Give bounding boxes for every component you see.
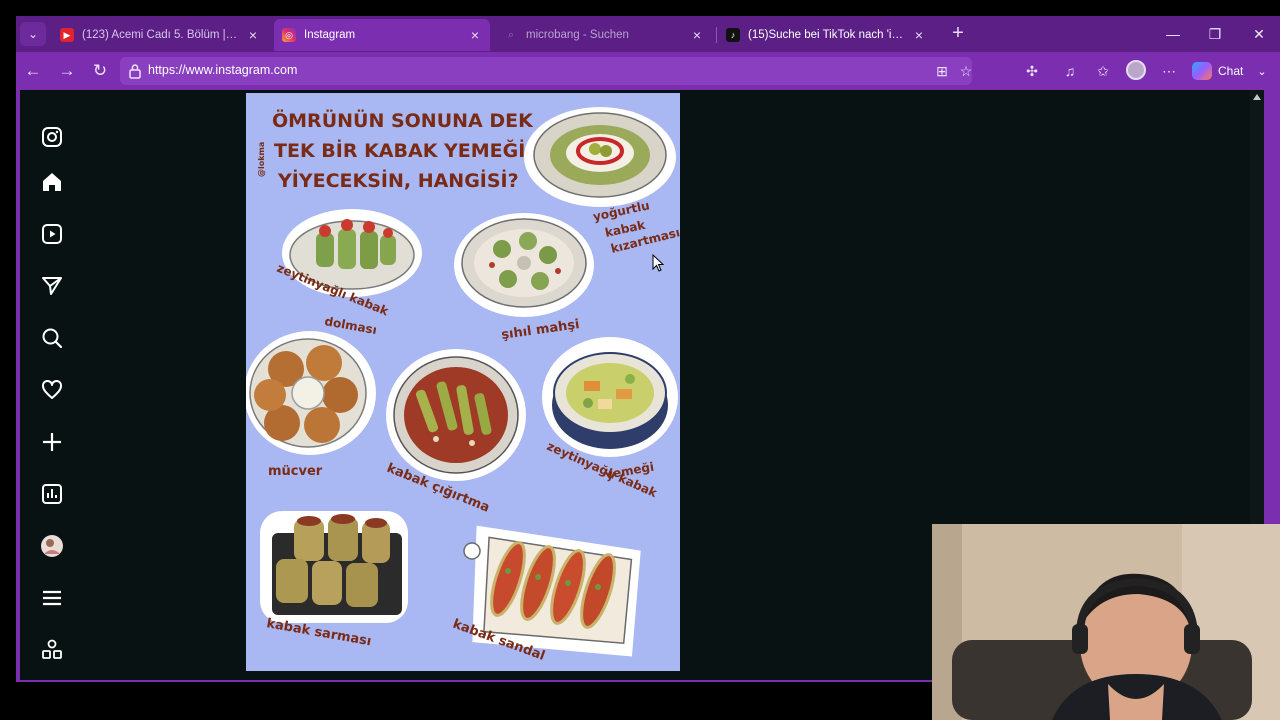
post-illustration: ÖMRÜNÜN SONUNA DEK TEK BİR KABAK YEMEĞİ … (246, 107, 680, 664)
browser-toolbar: ← → ↻ https://www.instagram.com ⊞ ☆ ✣ ♫ … (16, 52, 1280, 90)
profile-avatar[interactable] (1126, 60, 1146, 80)
copilot-chat-button[interactable]: Chat ⌄ (1192, 59, 1267, 83)
tab-youtube[interactable]: ▶ (123) Acemi Cadı 5. Bölüm | Full Bö × (52, 19, 268, 51)
instagram-sidebar (20, 90, 90, 680)
tab-instagram[interactable]: ◎ Instagram × (274, 19, 490, 51)
tab-tiktok[interactable]: ♪ (15)Suche bei TikTok nach 'idol ho × (718, 19, 934, 51)
home-icon[interactable] (40, 170, 64, 194)
instagram-icon: ◎ (282, 28, 296, 42)
more-options-icon[interactable]: ⋯ (1159, 61, 1179, 81)
mouse-cursor-icon (652, 254, 664, 272)
tab-actions-menu-button[interactable]: ⌄ (20, 22, 46, 46)
dish-plate-sarma (260, 511, 408, 623)
tab-close-icon[interactable]: × (468, 27, 482, 43)
minimize-button[interactable]: — (1158, 22, 1188, 46)
tab-title: microbang - Suchen (526, 29, 629, 41)
dish-label: şıhıl mahşi (500, 317, 580, 343)
address-bar[interactable]: https://www.instagram.com ⊞ ☆ (120, 57, 972, 85)
media-icon[interactable]: ♫ (1060, 61, 1080, 81)
create-icon[interactable] (40, 430, 64, 454)
instagram-logo-icon[interactable] (40, 125, 64, 149)
youtube-icon: ▶ (60, 28, 74, 42)
dish-plate-mucver (246, 331, 376, 455)
favorites-icon[interactable]: ✩ (1093, 61, 1113, 81)
dish-plate-yogurt (524, 107, 676, 207)
tab-close-icon[interactable]: × (690, 27, 704, 43)
tab-bar: ⌄ ▶ (123) Acemi Cadı 5. Bölüm | Full Bö … (16, 16, 1280, 52)
dish-plate-cigirtma (386, 349, 526, 481)
also-from-meta-icon[interactable] (40, 638, 64, 662)
post-handle: @lokma (257, 142, 266, 177)
screen: ⌄ ▶ (123) Acemi Cadı 5. Bölüm | Full Bö … (0, 0, 1280, 720)
webcam-overlay (932, 524, 1280, 720)
tiktok-icon: ♪ (726, 28, 740, 42)
refresh-button[interactable]: ↻ (87, 59, 113, 83)
search-icon[interactable] (40, 326, 64, 350)
copilot-icon (1192, 62, 1212, 80)
app-available-icon[interactable]: ⊞ (932, 61, 952, 81)
close-window-button[interactable]: ✕ (1244, 22, 1274, 46)
reels-icon[interactable] (40, 222, 64, 246)
chat-label: Chat (1218, 64, 1244, 78)
lock-icon[interactable] (128, 63, 142, 79)
tab-separator (716, 27, 717, 43)
dish-label: mücver (268, 464, 323, 479)
post-title-line-2: TEK BİR KABAK YEMEĞİ (274, 138, 525, 162)
back-button[interactable]: ← (20, 59, 46, 83)
tab-title: (15)Suche bei TikTok nach 'idol ho (748, 29, 904, 41)
dashboard-icon[interactable] (40, 482, 64, 506)
scroll-up-arrow-icon[interactable] (1253, 94, 1261, 100)
restore-button[interactable]: ❐ (1200, 22, 1230, 46)
new-tab-button[interactable]: + (946, 22, 970, 46)
webcam-feed (932, 524, 1280, 720)
chevron-down-icon[interactable]: ⌄ (1257, 65, 1266, 78)
dish-bowl-yemegi (542, 337, 678, 457)
dish-plate-sihil-mahsi (454, 213, 594, 317)
tab-title: Instagram (304, 29, 356, 41)
post-title-line-1: ÖMRÜNÜN SONUNA DEK (272, 108, 534, 132)
profile-avatar[interactable] (40, 534, 64, 558)
tab-bing-search[interactable]: ⌕ microbang - Suchen × (496, 19, 712, 51)
tab-close-icon[interactable]: × (246, 27, 260, 43)
tab-close-icon[interactable]: × (912, 27, 926, 43)
url-text: https://www.instagram.com (148, 63, 298, 77)
post-image[interactable]: ÖMRÜNÜN SONUNA DEK TEK BİR KABAK YEMEĞİ … (246, 93, 680, 671)
menu-icon[interactable] (40, 586, 64, 610)
favorite-star-icon[interactable]: ☆ (956, 61, 976, 81)
post-title-line-3: YİYECEKSİN, HANGİSİ? (277, 168, 519, 192)
extensions-icon[interactable]: ✣ (1022, 61, 1042, 81)
notifications-icon[interactable] (40, 378, 64, 402)
tab-title: (123) Acemi Cadı 5. Bölüm | Full Bö (82, 29, 238, 41)
dish-label: dolması (323, 314, 377, 337)
search-icon: ⌕ (507, 28, 515, 41)
forward-button[interactable]: → (54, 59, 80, 83)
messages-icon[interactable] (40, 274, 64, 298)
